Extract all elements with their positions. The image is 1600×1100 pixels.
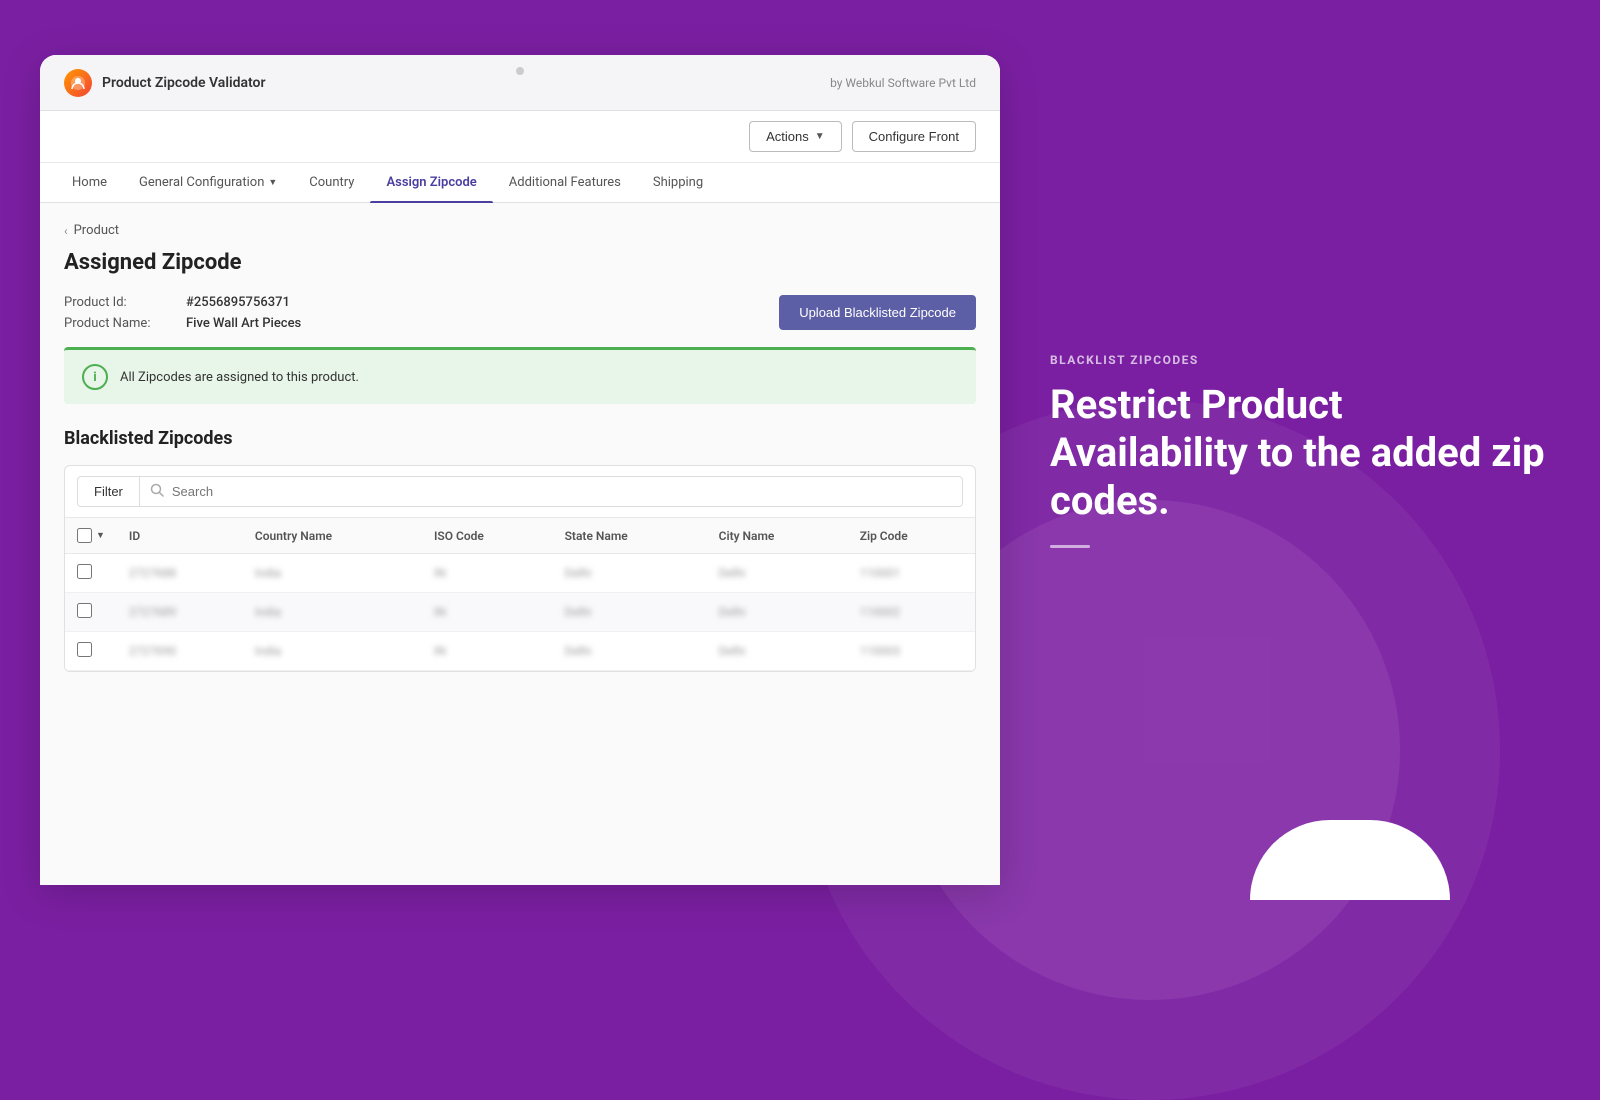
breadcrumb-product-link[interactable]: Product: [74, 223, 119, 238]
product-name-field: Product Name: Five Wall Art Pieces: [64, 316, 301, 331]
right-panel: Blacklist Zipcodes Restrict Product Avai…: [1000, 293, 1600, 608]
row-city-name: Delhi: [707, 593, 848, 632]
product-name-label: Product Name:: [64, 316, 174, 331]
toolbar: Actions ▼ Configure Front: [40, 111, 1000, 163]
info-icon: i: [82, 364, 108, 390]
table-row: 2727689 India IN Delhi Delhi 110002: [65, 593, 975, 632]
table-toolbar: Filter: [65, 466, 975, 518]
row-state-name: Delhi: [553, 593, 707, 632]
select-all-header: ▼: [65, 518, 117, 554]
main-content: ‹ Product Assigned Zipcode Product Id: #…: [40, 203, 1000, 885]
col-header-city-name: City Name: [707, 518, 848, 554]
info-alert: i All Zipcodes are assigned to this prod…: [64, 347, 976, 404]
row-checkbox[interactable]: [77, 642, 92, 657]
tab-shipping[interactable]: Shipping: [637, 163, 719, 202]
nav-tabs: Home General Configuration ▼ Country Ass…: [40, 163, 1000, 203]
row-state-name: Delhi: [553, 554, 707, 593]
configure-front-button[interactable]: Configure Front: [852, 121, 976, 152]
product-fields: Product Id: #2556895756371 Product Name:…: [64, 295, 301, 331]
product-info-section: Product Id: #2556895756371 Product Name:…: [64, 295, 976, 331]
breadcrumb: ‹ Product: [64, 223, 976, 238]
row-iso-code: IN: [422, 554, 553, 593]
row-country-name: India: [243, 554, 422, 593]
filter-button[interactable]: Filter: [77, 476, 139, 507]
row-checkbox[interactable]: [77, 564, 92, 579]
row-checkbox[interactable]: [77, 603, 92, 618]
app-title: Product Zipcode Validator: [102, 75, 266, 91]
upload-blacklisted-zipcode-button[interactable]: Upload Blacklisted Zipcode: [779, 295, 976, 330]
col-header-iso-code: ISO Code: [422, 518, 553, 554]
row-checkbox-cell: [65, 593, 117, 632]
main-card: Product Zipcode Validator by Webkul Soft…: [40, 55, 1000, 885]
select-all-caret-icon[interactable]: ▼: [96, 530, 105, 541]
row-iso-code: IN: [422, 593, 553, 632]
tab-general-configuration[interactable]: General Configuration ▼: [123, 163, 293, 202]
blacklisted-zipcodes-table-container: Filter: [64, 465, 976, 672]
row-zip-code: 110002: [848, 593, 975, 632]
general-config-caret-icon: ▼: [268, 177, 277, 188]
row-country-name: India: [243, 593, 422, 632]
tab-country[interactable]: Country: [293, 163, 370, 202]
product-id-field: Product Id: #2556895756371: [64, 295, 301, 310]
row-city-name: Delhi: [707, 632, 848, 671]
info-alert-text: All Zipcodes are assigned to this produc…: [120, 370, 359, 385]
table-row: 2727688 India IN Delhi Delhi 110001: [65, 554, 975, 593]
row-checkbox-cell: [65, 632, 117, 671]
table-row: 2727690 India IN Delhi Delhi 110003: [65, 632, 975, 671]
by-webkul-label: by Webkul Software Pvt Ltd: [830, 76, 976, 90]
actions-label: Actions: [766, 129, 809, 144]
tab-assign-zipcode[interactable]: Assign Zipcode: [370, 163, 492, 202]
bottom-curve-decoration: [1250, 820, 1450, 900]
row-state-name: Delhi: [553, 632, 707, 671]
tab-additional-features[interactable]: Additional Features: [493, 163, 637, 202]
actions-button[interactable]: Actions ▼: [749, 121, 842, 152]
row-country-name: India: [243, 632, 422, 671]
row-id: 2727690: [117, 632, 243, 671]
search-icon: [150, 483, 164, 501]
panel-title: Restrict Product Availability to the add…: [1050, 381, 1550, 525]
product-id-label: Product Id:: [64, 295, 174, 310]
row-id: 2727688: [117, 554, 243, 593]
col-header-zip-code: Zip Code: [848, 518, 975, 554]
row-iso-code: IN: [422, 632, 553, 671]
tab-home[interactable]: Home: [56, 163, 123, 202]
card-dot: [516, 67, 524, 75]
app-logo-icon: [64, 69, 92, 97]
select-all-checkbox[interactable]: [77, 528, 92, 543]
tab-general-configuration-label: General Configuration: [139, 175, 264, 190]
search-wrapper: [139, 476, 963, 507]
row-id: 2727689: [117, 593, 243, 632]
col-header-id: ID: [117, 518, 243, 554]
breadcrumb-arrow-icon: ‹: [64, 224, 68, 238]
blacklisted-zipcodes-title: Blacklisted Zipcodes: [64, 428, 976, 449]
actions-arrow-icon: ▼: [815, 131, 825, 142]
data-table: ▼ ID Country Name ISO Code State Name Ci…: [65, 518, 975, 671]
row-zip-code: 110003: [848, 632, 975, 671]
page-title: Assigned Zipcode: [64, 250, 976, 275]
panel-subtitle: Blacklist Zipcodes: [1050, 353, 1550, 367]
row-city-name: Delhi: [707, 554, 848, 593]
product-id-value: #2556895756371: [186, 295, 290, 310]
panel-divider: [1050, 545, 1090, 548]
app-header: Product Zipcode Validator by Webkul Soft…: [40, 55, 1000, 111]
col-header-country-name: Country Name: [243, 518, 422, 554]
row-zip-code: 110001: [848, 554, 975, 593]
search-input[interactable]: [172, 477, 952, 506]
app-logo: Product Zipcode Validator: [64, 69, 266, 97]
col-header-state-name: State Name: [553, 518, 707, 554]
row-checkbox-cell: [65, 554, 117, 593]
product-name-value: Five Wall Art Pieces: [186, 316, 301, 331]
